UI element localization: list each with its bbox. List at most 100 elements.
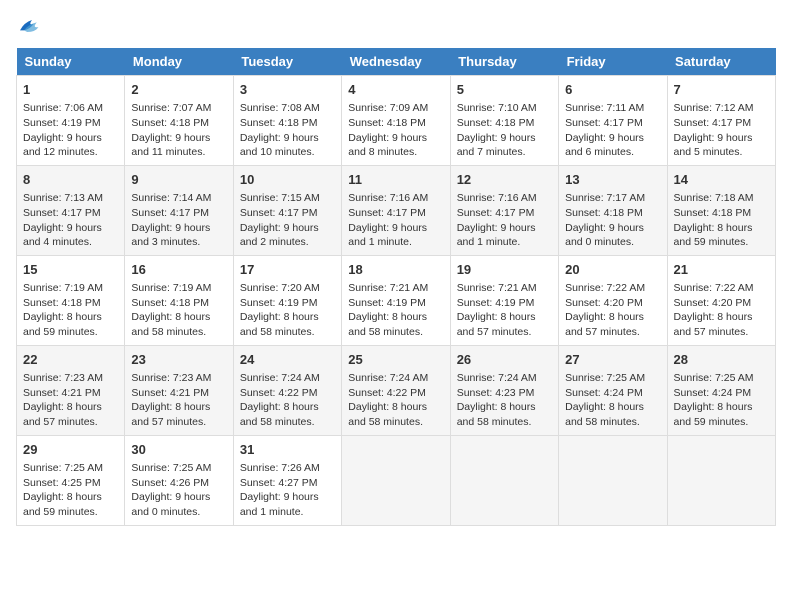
- calendar-cell: 22Sunrise: 7:23 AMSunset: 4:21 PMDayligh…: [17, 345, 125, 435]
- calendar-week-row: 15Sunrise: 7:19 AMSunset: 4:18 PMDayligh…: [17, 255, 776, 345]
- sunrise: Sunrise: 7:23 AM: [131, 372, 211, 384]
- daylight: Daylight: 8 hours and 58 minutes.: [348, 311, 427, 338]
- daylight: Daylight: 9 hours and 4 minutes.: [23, 222, 102, 249]
- daylight: Daylight: 9 hours and 11 minutes.: [131, 132, 210, 159]
- daylight: Daylight: 9 hours and 6 minutes.: [565, 132, 644, 159]
- calendar-cell: [342, 435, 450, 525]
- daylight: Daylight: 9 hours and 5 minutes.: [674, 132, 753, 159]
- sunset: Sunset: 4:17 PM: [23, 207, 101, 219]
- day-number: 7: [674, 81, 769, 99]
- sunset: Sunset: 4:18 PM: [348, 117, 426, 129]
- calendar-cell: 20 Sunrise: 7:22 AM Sunset: 4:20 PM Dayligh…: [559, 255, 667, 345]
- sunrise: Sunrise: 7:14 AM: [131, 192, 211, 204]
- day-number: 29: [23, 441, 118, 459]
- daylight: Daylight: 8 hours and 59 minutes.: [674, 401, 753, 428]
- sunrise: Sunrise: 7:10 AM: [457, 102, 537, 114]
- daylight: Daylight: 8 hours and 57 minutes.: [23, 401, 102, 428]
- sunset: Sunset: 4:18 PM: [674, 207, 752, 219]
- day-number: 1: [23, 81, 118, 99]
- day-number: 5: [457, 81, 552, 99]
- sunset: Sunset: 4:21 PM: [23, 387, 101, 399]
- calendar-cell: 19Sunrise: 7:21 AMSunset: 4:19 PMDayligh…: [450, 255, 558, 345]
- sunset: Sunset: 4:22 PM: [240, 387, 318, 399]
- calendar-cell: 23Sunrise: 7:23 AMSunset: 4:21 PMDayligh…: [125, 345, 233, 435]
- daylight: Daylight: 8 hours and 59 minutes.: [674, 222, 753, 249]
- calendar-cell: 6Sunrise: 7:11 AMSunset: 4:17 PMDaylight…: [559, 76, 667, 166]
- calendar-cell: 14 Sunrise: 7:18 AM Sunset: 4:18 PM Dayligh…: [667, 165, 775, 255]
- header-saturday: Saturday: [667, 48, 775, 76]
- sunrise: Sunrise: 7:21 AM: [348, 282, 428, 294]
- sunrise: Sunrise: 7:15 AM: [240, 192, 320, 204]
- calendar-cell: 4Sunrise: 7:09 AMSunset: 4:18 PMDaylight…: [342, 76, 450, 166]
- daylight: Daylight: 9 hours and 10 minutes.: [240, 132, 319, 159]
- daylight: Daylight: 9 hours and 1 minute.: [457, 222, 536, 249]
- header-thursday: Thursday: [450, 48, 558, 76]
- daylight: Daylight: 8 hours and 59 minutes.: [23, 311, 102, 338]
- sunset: Sunset: 4:24 PM: [565, 387, 643, 399]
- sunrise: Sunrise: 7:22 AM: [565, 282, 645, 294]
- day-number: 23: [131, 351, 226, 369]
- sunset: Sunset: 4:17 PM: [131, 207, 209, 219]
- day-number: 30: [131, 441, 226, 459]
- calendar-cell: 28 Sunrise: 7:25 AM Sunset: 4:24 PM Dayligh…: [667, 345, 775, 435]
- sunset: Sunset: 4:24 PM: [674, 387, 752, 399]
- daylight: Daylight: 9 hours and 2 minutes.: [240, 222, 319, 249]
- sunrise: Sunrise: 7:12 AM: [674, 102, 754, 114]
- day-number: 14: [674, 171, 769, 189]
- sunset: Sunset: 4:22 PM: [348, 387, 426, 399]
- sunrise: Sunrise: 7:25 AM: [674, 372, 754, 384]
- daylight: Daylight: 9 hours and 0 minutes.: [565, 222, 644, 249]
- daylight: Daylight: 8 hours and 57 minutes.: [674, 311, 753, 338]
- calendar-week-row: 8Sunrise: 7:13 AMSunset: 4:17 PMDaylight…: [17, 165, 776, 255]
- day-number: 21: [674, 261, 769, 279]
- day-number: 27: [565, 351, 660, 369]
- sunrise: Sunrise: 7:20 AM: [240, 282, 320, 294]
- sunrise: Sunrise: 7:19 AM: [131, 282, 211, 294]
- header-monday: Monday: [125, 48, 233, 76]
- day-number: 2: [131, 81, 226, 99]
- calendar-cell: 17Sunrise: 7:20 AMSunset: 4:19 PMDayligh…: [233, 255, 341, 345]
- sunset: Sunset: 4:17 PM: [240, 207, 318, 219]
- day-number: 20: [565, 261, 660, 279]
- sunset: Sunset: 4:18 PM: [131, 297, 209, 309]
- calendar-week-row: 29Sunrise: 7:25 AMSunset: 4:25 PMDayligh…: [17, 435, 776, 525]
- day-number: 3: [240, 81, 335, 99]
- sunrise: Sunrise: 7:17 AM: [565, 192, 645, 204]
- sunset: Sunset: 4:19 PM: [240, 297, 318, 309]
- calendar-header-row: SundayMondayTuesdayWednesdayThursdayFrid…: [17, 48, 776, 76]
- calendar-cell: 31Sunrise: 7:26 AMSunset: 4:27 PMDayligh…: [233, 435, 341, 525]
- sunset: Sunset: 4:20 PM: [565, 297, 643, 309]
- header-tuesday: Tuesday: [233, 48, 341, 76]
- day-number: 25: [348, 351, 443, 369]
- calendar-cell: [559, 435, 667, 525]
- daylight: Daylight: 9 hours and 1 minute.: [240, 491, 319, 518]
- calendar-cell: 8Sunrise: 7:13 AMSunset: 4:17 PMDaylight…: [17, 165, 125, 255]
- daylight: Daylight: 9 hours and 12 minutes.: [23, 132, 102, 159]
- calendar-cell: 3 Sunrise: 7:08 AM Sunset: 4:18 PM Daylight…: [233, 76, 341, 166]
- logo: [16, 16, 44, 36]
- calendar-cell: 10Sunrise: 7:15 AMSunset: 4:17 PMDayligh…: [233, 165, 341, 255]
- daylight: Daylight: 9 hours and 3 minutes.: [131, 222, 210, 249]
- sunset: Sunset: 4:20 PM: [674, 297, 752, 309]
- daylight: Daylight: 8 hours and 57 minutes.: [565, 311, 644, 338]
- calendar-cell: 18Sunrise: 7:21 AMSunset: 4:19 PMDayligh…: [342, 255, 450, 345]
- calendar-cell: 16Sunrise: 7:19 AMSunset: 4:18 PMDayligh…: [125, 255, 233, 345]
- page-header: [16, 16, 776, 36]
- sunrise: Sunrise: 7:24 AM: [457, 372, 537, 384]
- daylight: Daylight: 8 hours and 57 minutes.: [131, 401, 210, 428]
- calendar-cell: 9Sunrise: 7:14 AMSunset: 4:17 PMDaylight…: [125, 165, 233, 255]
- sunrise: Sunrise: 7:24 AM: [240, 372, 320, 384]
- calendar-cell: 15Sunrise: 7:19 AMSunset: 4:18 PMDayligh…: [17, 255, 125, 345]
- calendar-cell: 26Sunrise: 7:24 AMSunset: 4:23 PMDayligh…: [450, 345, 558, 435]
- day-number: 28: [674, 351, 769, 369]
- day-number: 11: [348, 171, 443, 189]
- sunrise: Sunrise: 7:08 AM: [240, 102, 320, 114]
- sunset: Sunset: 4:18 PM: [240, 117, 318, 129]
- day-number: 26: [457, 351, 552, 369]
- sunrise: Sunrise: 7:18 AM: [674, 192, 754, 204]
- daylight: Daylight: 8 hours and 58 minutes.: [240, 311, 319, 338]
- sunset: Sunset: 4:17 PM: [674, 117, 752, 129]
- daylight: Daylight: 8 hours and 58 minutes.: [565, 401, 644, 428]
- day-number: 8: [23, 171, 118, 189]
- day-number: 6: [565, 81, 660, 99]
